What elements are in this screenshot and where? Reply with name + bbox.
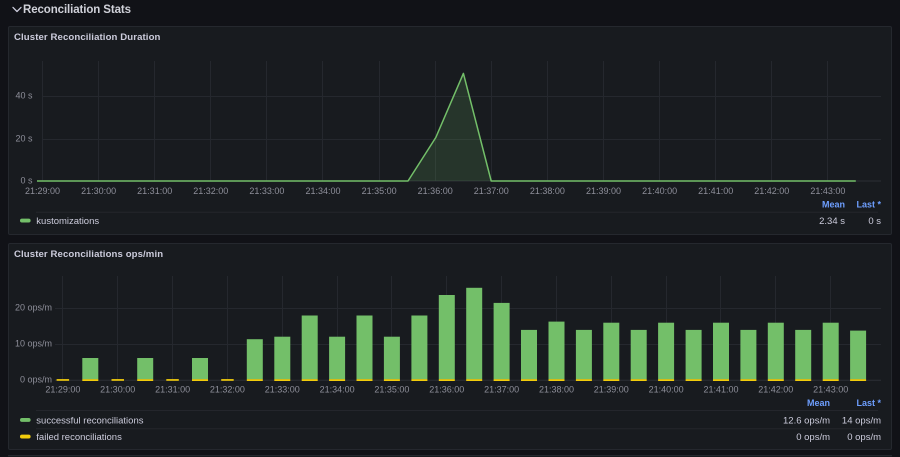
svg-text:20 ops/m: 20 ops/m [15, 303, 52, 313]
svg-text:21:32:00: 21:32:00 [193, 186, 228, 196]
svg-text:0 ops/m: 0 ops/m [20, 375, 52, 385]
svg-text:21:31:00: 21:31:00 [155, 384, 190, 394]
svg-text:failed reconciliations: failed reconciliations [36, 432, 122, 443]
svg-text:21:34:00: 21:34:00 [320, 384, 355, 394]
svg-text:21:36:00: 21:36:00 [418, 186, 453, 196]
svg-text:21:42:00: 21:42:00 [754, 186, 789, 196]
svg-text:Last *: Last * [856, 398, 881, 408]
svg-text:21:36:00: 21:36:00 [429, 384, 464, 394]
svg-text:Mean: Mean [807, 398, 830, 408]
svg-text:Mean: Mean [822, 199, 845, 209]
svg-text:0 ops/m: 0 ops/m [796, 432, 830, 443]
svg-text:21:33:00: 21:33:00 [265, 384, 300, 394]
svg-text:21:33:00: 21:33:00 [249, 186, 284, 196]
svg-text:21:31:00: 21:31:00 [137, 186, 172, 196]
svg-text:21:38:00: 21:38:00 [530, 186, 565, 196]
svg-text:successful reconciliations: successful reconciliations [36, 415, 143, 426]
svg-text:kustomizations: kustomizations [36, 216, 99, 227]
svg-text:21:37:00: 21:37:00 [474, 186, 509, 196]
svg-text:21:30:00: 21:30:00 [100, 384, 135, 394]
svg-text:21:43:00: 21:43:00 [813, 384, 848, 394]
svg-text:21:39:00: 21:39:00 [586, 186, 621, 196]
svg-text:Last *: Last * [856, 199, 881, 209]
svg-text:10 ops/m: 10 ops/m [15, 339, 52, 349]
svg-text:12.6 ops/m: 12.6 ops/m [783, 415, 830, 426]
svg-text:40 s: 40 s [15, 91, 33, 101]
svg-text:2.34 s: 2.34 s [819, 216, 845, 227]
svg-text:21:29:00: 21:29:00 [25, 186, 60, 196]
svg-text:21:37:00: 21:37:00 [484, 384, 519, 394]
svg-text:14 ops/m: 14 ops/m [842, 415, 881, 426]
svg-text:21:40:00: 21:40:00 [642, 186, 677, 196]
svg-text:0 ops/m: 0 ops/m [847, 432, 881, 443]
svg-text:21:43:00: 21:43:00 [810, 186, 845, 196]
svg-text:0 s: 0 s [868, 216, 881, 227]
svg-text:21:35:00: 21:35:00 [362, 186, 397, 196]
svg-text:21:41:00: 21:41:00 [703, 384, 738, 394]
svg-text:21:41:00: 21:41:00 [698, 186, 733, 196]
svg-text:21:39:00: 21:39:00 [594, 384, 629, 394]
svg-text:21:38:00: 21:38:00 [539, 384, 574, 394]
svg-text:21:42:00: 21:42:00 [758, 384, 793, 394]
svg-text:21:40:00: 21:40:00 [649, 384, 684, 394]
svg-text:21:29:00: 21:29:00 [45, 384, 80, 394]
svg-text:21:35:00: 21:35:00 [374, 384, 409, 394]
svg-text:20 s: 20 s [15, 134, 33, 144]
svg-text:0 s: 0 s [20, 175, 33, 185]
svg-text:21:30:00: 21:30:00 [81, 186, 116, 196]
svg-text:21:32:00: 21:32:00 [210, 384, 245, 394]
svg-text:21:34:00: 21:34:00 [305, 186, 340, 196]
